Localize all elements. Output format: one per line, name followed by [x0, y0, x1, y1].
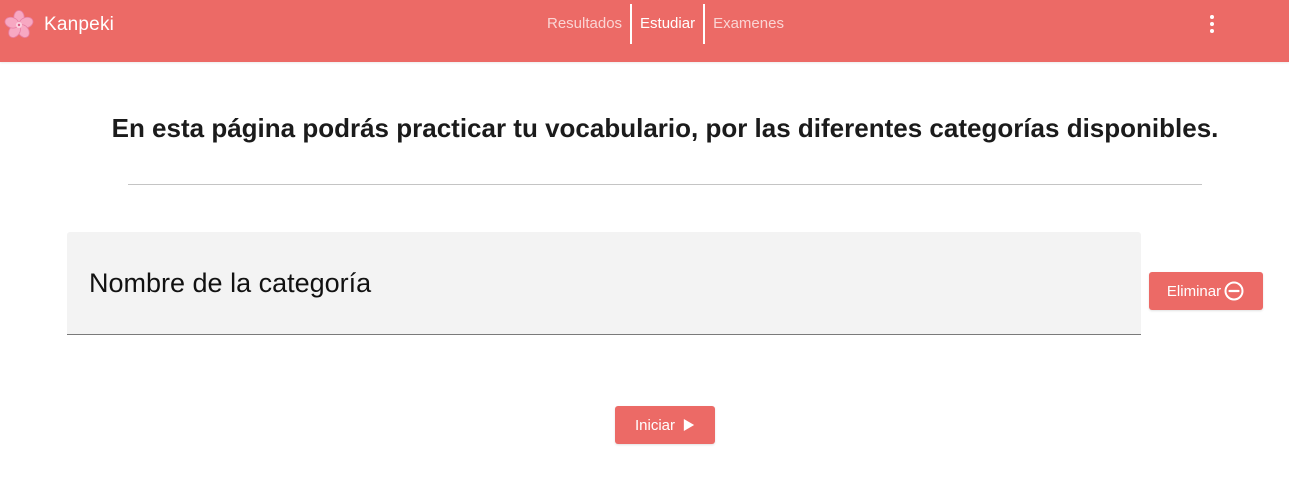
play-icon	[683, 418, 695, 432]
nav-item-resultados[interactable]: Resultados	[539, 4, 630, 44]
more-vertical-icon[interactable]	[1205, 14, 1219, 34]
nav-item-estudiar[interactable]: Estudiar	[630, 4, 706, 44]
minus-circle-icon	[1223, 280, 1245, 302]
brand[interactable]: Kanpeki	[4, 10, 114, 40]
main-nav: Resultados Estudiar Examenes	[539, 4, 792, 44]
delete-button[interactable]: Eliminar	[1149, 272, 1263, 310]
category-name-field[interactable]: Nombre de la categoría	[67, 232, 1141, 335]
top-app-bar: Kanpeki Resultados Estudiar Examenes	[0, 0, 1289, 62]
start-button-label: Iniciar	[634, 416, 675, 434]
nav-item-examenes[interactable]: Examenes	[705, 4, 792, 44]
delete-button-label: Eliminar	[1166, 282, 1222, 300]
section-divider	[128, 184, 1202, 185]
page-headline: En esta página podrás practicar tu vocab…	[111, 113, 1219, 143]
start-button[interactable]: Iniciar	[615, 406, 715, 444]
category-name-value: Nombre de la categoría	[89, 268, 372, 298]
sakura-flower-icon	[4, 10, 34, 40]
brand-name: Kanpeki	[44, 14, 115, 35]
